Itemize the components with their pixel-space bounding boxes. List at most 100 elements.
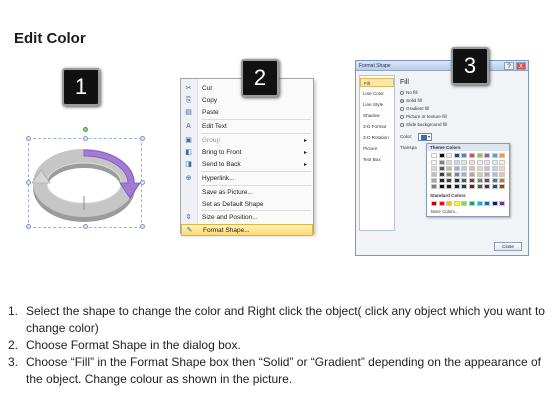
color-swatch[interactable] — [499, 201, 506, 206]
color-swatch[interactable] — [431, 172, 437, 177]
color-swatch[interactable] — [438, 160, 445, 165]
menu-item-send-to-back[interactable]: ◨ Send to Back ▸ — [181, 159, 313, 171]
color-swatch[interactable] — [499, 184, 506, 189]
circular-arrow-diagram[interactable] — [26, 130, 144, 230]
color-swatch[interactable] — [461, 160, 468, 165]
nav-item-3-d-format[interactable]: 3-D Format — [360, 122, 394, 131]
color-swatch[interactable] — [484, 153, 491, 158]
radio-button[interactable] — [400, 98, 404, 103]
color-swatch[interactable] — [461, 153, 468, 158]
nav-item-fill[interactable]: Fill — [360, 78, 394, 87]
color-swatch[interactable] — [461, 184, 468, 189]
menu-item-format-shape[interactable]: ✎ Format Shape... — [181, 224, 313, 236]
radio-button[interactable] — [400, 106, 404, 111]
color-swatch[interactable] — [484, 184, 491, 189]
color-swatch[interactable] — [469, 153, 475, 158]
color-swatch[interactable] — [446, 178, 453, 183]
color-swatch[interactable] — [446, 201, 453, 206]
selected-shape-area[interactable]: 1 — [26, 68, 145, 230]
color-swatch[interactable] — [438, 172, 445, 177]
nav-item-picture[interactable]: Picture — [360, 144, 394, 153]
help-button[interactable]: ? — [504, 62, 514, 70]
color-swatch[interactable] — [476, 153, 483, 158]
nav-item-line-color[interactable]: Line Color — [360, 89, 394, 98]
color-swatch[interactable] — [431, 178, 437, 183]
menu-item-save-as-picture[interactable]: Save as Picture... — [181, 187, 313, 199]
color-swatch[interactable] — [446, 172, 453, 177]
color-swatch[interactable] — [469, 184, 475, 189]
color-swatch[interactable] — [461, 178, 468, 183]
color-swatch[interactable] — [499, 153, 506, 158]
color-swatch[interactable] — [461, 166, 468, 171]
fill-option-solid-fill[interactable]: Solid fill — [400, 98, 422, 103]
color-swatch[interactable] — [453, 178, 460, 183]
color-swatch[interactable] — [491, 153, 498, 158]
color-swatch[interactable] — [453, 166, 460, 171]
fill-option-picture-or-texture-fill[interactable]: Picture or texture fill — [400, 114, 447, 119]
color-swatch[interactable] — [476, 166, 483, 171]
color-swatch[interactable] — [446, 153, 453, 158]
color-swatch[interactable] — [453, 184, 460, 189]
color-swatch[interactable] — [469, 172, 475, 177]
color-swatch[interactable] — [446, 166, 453, 171]
color-swatch[interactable] — [484, 178, 491, 183]
radio-button[interactable] — [400, 90, 404, 95]
color-swatch[interactable] — [453, 160, 460, 165]
menu-item-size-and-position[interactable]: ⇕ Size and Position... — [181, 212, 313, 224]
color-swatch[interactable] — [431, 160, 437, 165]
color-swatch[interactable] — [484, 172, 491, 177]
color-swatch[interactable] — [446, 184, 453, 189]
color-swatch[interactable] — [438, 178, 445, 183]
color-swatch[interactable] — [461, 201, 468, 206]
nav-item-line-style[interactable]: Line Style — [360, 100, 394, 109]
nav-item-3-d-rotation[interactable]: 3-D Rotation — [360, 133, 394, 142]
color-swatch[interactable] — [491, 184, 498, 189]
color-swatch[interactable] — [491, 160, 498, 165]
color-swatch[interactable] — [476, 184, 483, 189]
radio-button[interactable] — [400, 122, 404, 127]
nav-item-shadow[interactable]: Shadow — [360, 111, 394, 120]
close-button[interactable]: Close — [494, 242, 522, 251]
color-swatch[interactable] — [476, 201, 483, 206]
color-swatch[interactable] — [491, 201, 498, 206]
menu-item-bring-to-front[interactable]: ◧ Bring to Front ▸ — [181, 147, 313, 159]
color-swatch[interactable] — [476, 160, 483, 165]
color-swatch[interactable] — [461, 172, 468, 177]
fill-option-no-fill[interactable]: No fill — [400, 90, 418, 95]
menu-item-group[interactable]: ▣ Group ▸ — [181, 135, 313, 147]
menu-item-paste[interactable]: ▤ Paste — [181, 107, 313, 119]
color-picker-button[interactable]: ▾ — [418, 133, 432, 141]
color-swatch[interactable] — [431, 153, 437, 158]
color-swatch[interactable] — [499, 172, 506, 177]
color-swatch[interactable] — [453, 201, 460, 206]
color-swatch[interactable] — [431, 184, 437, 189]
menu-item-edit-text[interactable]: A Edit Text — [181, 121, 313, 133]
color-swatch[interactable] — [476, 172, 483, 177]
color-swatch[interactable] — [469, 178, 475, 183]
color-swatch[interactable] — [491, 178, 498, 183]
color-swatch[interactable] — [469, 201, 475, 206]
nav-item-text-box[interactable]: Text Box — [360, 155, 394, 164]
color-swatch[interactable] — [438, 184, 445, 189]
fill-option-slide-background-fill[interactable]: Slide background fill — [400, 122, 447, 127]
more-colors-link[interactable]: More Colors... — [431, 209, 459, 214]
color-swatch[interactable] — [499, 160, 506, 165]
color-swatch[interactable] — [438, 153, 445, 158]
menu-item-set-as-default-shape[interactable]: Set as Default Shape — [181, 199, 313, 211]
color-swatch[interactable] — [484, 160, 491, 165]
fill-option-gradient-fill[interactable]: Gradient fill — [400, 106, 429, 111]
color-swatch[interactable] — [431, 166, 437, 171]
color-swatch[interactable] — [484, 201, 491, 206]
color-swatch[interactable] — [499, 178, 506, 183]
color-swatch[interactable] — [446, 160, 453, 165]
color-swatch[interactable] — [453, 172, 460, 177]
color-swatch[interactable] — [438, 201, 445, 206]
color-swatch[interactable] — [469, 160, 475, 165]
color-swatch[interactable] — [491, 166, 498, 171]
color-swatch[interactable] — [484, 166, 491, 171]
color-swatch[interactable] — [499, 166, 506, 171]
close-x-button[interactable]: X — [516, 62, 526, 70]
color-swatch[interactable] — [453, 153, 460, 158]
color-swatch[interactable] — [491, 172, 498, 177]
color-swatch[interactable] — [476, 178, 483, 183]
